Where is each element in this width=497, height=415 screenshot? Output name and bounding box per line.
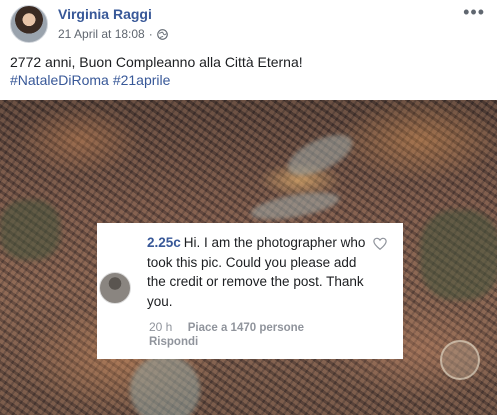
commenter-name[interactable]: 2.25c [147,235,181,250]
meta-separator: · [148,27,153,41]
photo-park [0,200,60,260]
post-timestamp[interactable]: 21 April at 18:08 [58,27,145,41]
post-text: 2772 anni, Buon Compleanno alla Città Et… [10,54,303,70]
hashtag-link[interactable]: #21aprile [113,72,171,88]
commenter-avatar[interactable] [99,272,131,304]
comment-body: 2.25c Hi. I am the photographer who took … [147,233,373,311]
photo-park [420,210,497,300]
photo-river-segment [130,355,200,415]
hashtag-link[interactable]: #NataleDiRoma [10,72,109,88]
post-hashtags: #NataleDiRoma #21aprile [10,72,174,88]
comment-likes[interactable]: Piace a 1470 persone [188,322,304,334]
comment-time[interactable]: 20 h [149,320,172,334]
more-options-icon[interactable]: ••• [463,2,485,23]
photo-plaza [440,340,480,380]
heart-icon[interactable] [373,237,387,251]
author-name[interactable]: Virginia Raggi [58,6,152,22]
post-meta: 21 April at 18:08 · [58,27,168,41]
photo-river-segment [281,126,359,184]
comment-card: 2.25c Hi. I am the photographer who took … [97,223,403,359]
comment-actions: 20 h Piace a 1470 persone [149,320,304,334]
photo-river-segment [248,187,342,225]
globe-icon[interactable] [156,28,168,40]
reply-button[interactable]: Rispondi [149,336,198,348]
post-header: Virginia Raggi 21 April at 18:08 · ••• 2… [0,0,497,100]
author-avatar[interactable] [10,5,48,43]
